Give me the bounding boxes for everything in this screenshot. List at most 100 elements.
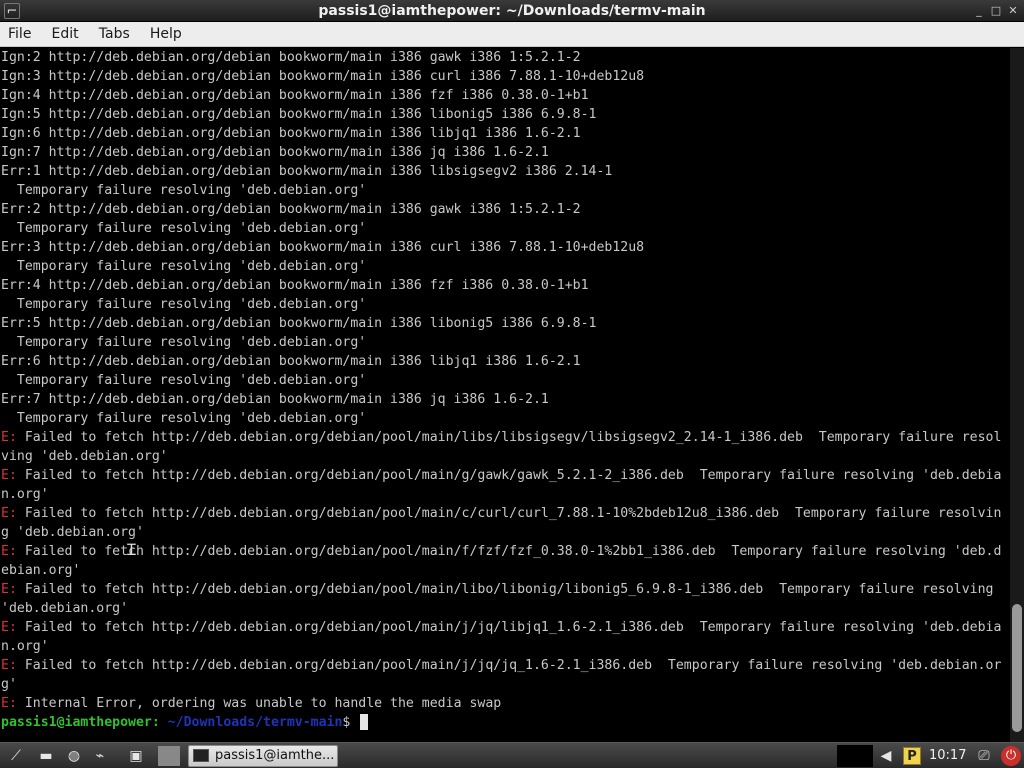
- terminal-line-text: Err:3 http://deb.debian.org/debian bookw…: [1, 240, 645, 255]
- terminal-line-text: Ign:3 http://deb.debian.org/debian bookw…: [1, 69, 645, 84]
- terminal-line: ving 'deb.debian.org': [1, 447, 1010, 466]
- terminal-line-text: 'deb.debian.org': [1, 601, 129, 616]
- terminal-line-text: Failed to fetch http://deb.debian.org/de…: [16, 620, 1002, 635]
- error-prefix: E:: [1, 658, 17, 673]
- file-manager-icon[interactable]: ▬: [36, 746, 56, 766]
- terminal-line: E: Internal Error, ordering was unable t…: [1, 694, 1010, 713]
- start-menu-icon[interactable]: ⟋: [6, 746, 26, 766]
- terminal-line: Err:3 http://deb.debian.org/debian bookw…: [1, 238, 1010, 257]
- terminal-line: Err:7 http://deb.debian.org/debian bookw…: [1, 390, 1010, 409]
- terminal-line-text: g 'deb.debian.org': [1, 525, 144, 540]
- error-prefix: E:: [1, 468, 17, 483]
- terminal-line: n.org': [1, 637, 1010, 656]
- terminal-line: Temporary failure resolving 'deb.debian.…: [1, 295, 1010, 314]
- terminal-line: Temporary failure resolving 'deb.debian.…: [1, 409, 1010, 428]
- error-prefix: E:: [1, 620, 17, 635]
- terminal-line: 'deb.debian.org': [1, 599, 1010, 618]
- system-monitor[interactable]: [837, 745, 873, 767]
- taskbar-window-label: passis1@iamthe...: [215, 748, 335, 763]
- show-desktop-icon[interactable]: ▣: [126, 746, 146, 766]
- terminal-line-text: Ign:5 http://deb.debian.org/debian bookw…: [1, 107, 597, 122]
- terminal-line-text: Err:5 http://deb.debian.org/debian bookw…: [1, 316, 597, 331]
- terminal-line: Ign:4 http://deb.debian.org/debian bookw…: [1, 86, 1010, 105]
- terminal-line: Ign:3 http://deb.debian.org/debian bookw…: [1, 67, 1010, 86]
- minimize-icon[interactable]: _: [972, 4, 986, 18]
- terminal-line: n.org': [1, 485, 1010, 504]
- terminal-line: g': [1, 675, 1010, 694]
- menu-tabs[interactable]: Tabs: [91, 22, 137, 47]
- terminal-line: Temporary failure resolving 'deb.debian.…: [1, 257, 1010, 276]
- terminal-line-text: Internal Error, ordering was unable to h…: [16, 696, 502, 711]
- terminal-line: E: Failed to fetch http://deb.debian.org…: [1, 542, 1010, 561]
- terminal-line-text: Failed to fetch http://deb.debian.org/de…: [16, 506, 1002, 521]
- menu-edit[interactable]: Edit: [44, 22, 86, 47]
- terminal-line-text: Err:6 http://deb.debian.org/debian bookw…: [1, 354, 581, 369]
- terminal-line: E: Failed to fetch http://deb.debian.org…: [1, 580, 1010, 599]
- terminal-line: Temporary failure resolving 'deb.debian.…: [1, 371, 1010, 390]
- window-title-bar[interactable]: ⌐ passis1@iamthepower: ~/Downloads/termv…: [0, 0, 1024, 22]
- terminal-scrollbar[interactable]: [1010, 48, 1024, 742]
- terminal-line-text: Temporary failure resolving 'deb.debian.…: [1, 183, 367, 198]
- terminal-line: Err:4 http://deb.debian.org/debian bookw…: [1, 276, 1010, 295]
- terminal-line-text: Failed to fetch http://deb.debian.org/de…: [16, 582, 1002, 597]
- terminal-line-text: Temporary failure resolving 'deb.debian.…: [1, 259, 367, 274]
- terminal-line: E: Failed to fetch http://deb.debian.org…: [1, 428, 1010, 447]
- menu-help[interactable]: Help: [142, 22, 189, 47]
- terminal-line-text: n.org': [1, 639, 49, 654]
- terminal-line-text: Ign:4 http://deb.debian.org/debian bookw…: [1, 88, 589, 103]
- terminal-line-text: Temporary failure resolving 'deb.debian.…: [1, 297, 367, 312]
- menu-bar: File Edit Tabs Help: [0, 22, 1024, 47]
- prompt-symbol: $: [342, 715, 359, 730]
- prompt-user: passis1@iamthepower:: [1, 715, 160, 730]
- terminal-line-text: ebian.org': [1, 563, 81, 578]
- terminal-line-text: Err:4 http://deb.debian.org/debian bookw…: [1, 278, 589, 293]
- terminal-line-text: Failed to fetch http://deb.debian.org/de…: [16, 468, 1002, 483]
- terminal-line: Err:6 http://deb.debian.org/debian bookw…: [1, 352, 1010, 371]
- clock[interactable]: 10:17: [929, 743, 966, 768]
- terminal-line: Err:2 http://deb.debian.org/debian bookw…: [1, 200, 1010, 219]
- taskbar-window-button[interactable]: passis1@iamthe...: [188, 745, 338, 767]
- terminal-line: E: Failed to fetch http://deb.debian.org…: [1, 504, 1010, 523]
- terminal-line-text: Failed to fetch http://deb.debian.org/de…: [16, 544, 1002, 559]
- terminal-line: Ign:6 http://deb.debian.org/debian bookw…: [1, 124, 1010, 143]
- terminal-line-text: Ign:7 http://deb.debian.org/debian bookw…: [1, 145, 549, 160]
- error-prefix: E:: [1, 696, 17, 711]
- prompt-path: ~/Downloads/termv-main: [159, 715, 343, 730]
- terminal-line-text: g': [1, 677, 17, 692]
- terminal-icon: [193, 749, 209, 762]
- terminal-line: Ign:7 http://deb.debian.org/debian bookw…: [1, 143, 1010, 162]
- terminal-line: E: Failed to fetch http://deb.debian.org…: [1, 656, 1010, 675]
- volume-icon[interactable]: ◀: [876, 746, 896, 766]
- terminal-line: Err:1 http://deb.debian.org/debian bookw…: [1, 162, 1010, 181]
- scrollbar-thumb[interactable]: [1012, 604, 1022, 732]
- web-browser-icon[interactable]: ◍: [64, 746, 84, 766]
- terminal-line: Err:5 http://deb.debian.org/debian bookw…: [1, 314, 1010, 333]
- network-icon[interactable]: ⌁: [90, 746, 110, 766]
- taskbar: ⟋ ▬ ◍ ⌁ ▣ passis1@iamthe... ◀ P 10:17 ⎚ …: [0, 742, 1024, 768]
- menu-file[interactable]: File: [0, 22, 38, 47]
- error-prefix: E:: [1, 430, 17, 445]
- terminal-line: g 'deb.debian.org': [1, 523, 1010, 542]
- terminal-line: E: Failed to fetch http://deb.debian.org…: [1, 618, 1010, 637]
- p-badge-icon[interactable]: P: [903, 747, 921, 765]
- terminal-output[interactable]: Ign:2 http://deb.debian.org/debian bookw…: [0, 48, 1010, 742]
- screen-lock-icon[interactable]: ⎚: [974, 746, 994, 766]
- terminal-line: Temporary failure resolving 'deb.debian.…: [1, 333, 1010, 352]
- power-icon[interactable]: ⏻: [1001, 746, 1021, 766]
- terminal-line-text: n.org': [1, 487, 49, 502]
- close-icon[interactable]: ✕: [1006, 4, 1020, 18]
- terminal-line-text: Temporary failure resolving 'deb.debian.…: [1, 221, 367, 236]
- error-prefix: E:: [1, 582, 17, 597]
- terminal-line: Temporary failure resolving 'deb.debian.…: [1, 219, 1010, 238]
- terminal-line: Ign:2 http://deb.debian.org/debian bookw…: [1, 48, 1010, 67]
- terminal-line-text: Temporary failure resolving 'deb.debian.…: [1, 335, 367, 350]
- window-title: passis1@iamthepower: ~/Downloads/termv-m…: [318, 3, 706, 19]
- terminal-line-text: ving 'deb.debian.org': [1, 449, 168, 464]
- prompt-line[interactable]: passis1@iamthepower: ~/Downloads/termv-m…: [1, 713, 1010, 732]
- error-prefix: E:: [1, 544, 17, 559]
- maximize-icon[interactable]: □: [989, 4, 1003, 18]
- terminal-line-text: Temporary failure resolving 'deb.debian.…: [1, 411, 367, 426]
- terminal-line-text: Err:2 http://deb.debian.org/debian bookw…: [1, 202, 581, 217]
- terminal-line-text: Failed to fetch http://deb.debian.org/de…: [16, 658, 1002, 673]
- workspace-icon[interactable]: [158, 746, 180, 766]
